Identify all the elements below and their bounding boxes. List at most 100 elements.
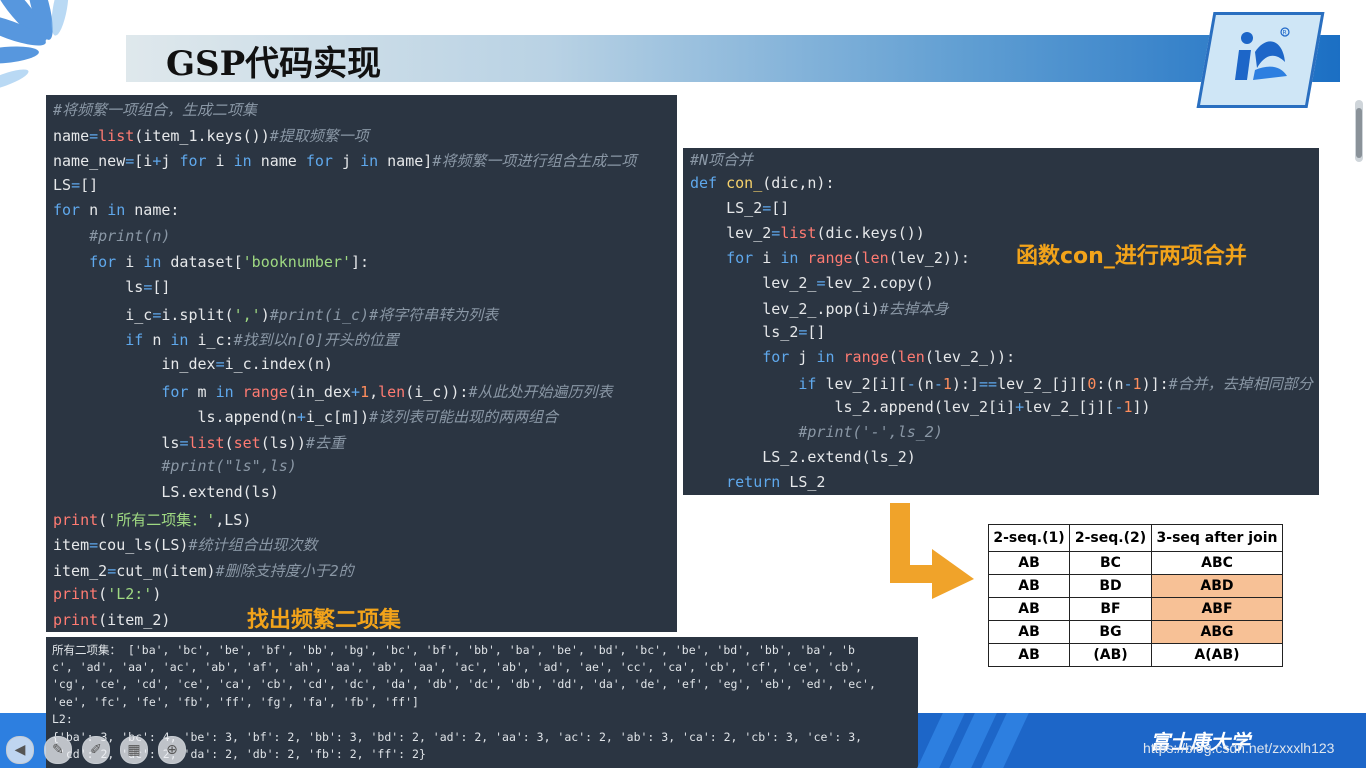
pen-tool-icon[interactable]: ✎ [44, 736, 72, 764]
code-token: 'L2:' [107, 585, 153, 604]
pen-tool-icon[interactable]: ✐ [82, 736, 110, 764]
table-header: 2-seq.(2) [1069, 524, 1152, 552]
table-header: 3-seq after join [1151, 524, 1283, 552]
code-token: , [369, 382, 379, 401]
code-token: lev_2_[j][ [1024, 398, 1115, 416]
code-token: (dic.keys()) [816, 223, 925, 242]
code-token: i_c [53, 305, 153, 324]
table-header: 2-seq.(1) [988, 524, 1070, 552]
code-token: j [161, 152, 180, 171]
table-cell: AB [988, 574, 1070, 598]
table-cell: ABC [1151, 551, 1283, 575]
code-line: LS.extend(ls) [53, 483, 278, 501]
code-token: ls [53, 278, 144, 297]
code-token: + [296, 408, 306, 427]
code-token: dataset[ [161, 252, 243, 271]
code-token: ( [98, 585, 108, 604]
code-token: list [98, 126, 135, 145]
code-token: #提取频繁一项 [269, 126, 369, 145]
code-token: range [843, 348, 889, 367]
code-token: item_2 [53, 561, 108, 580]
code-token: for [179, 152, 207, 171]
code-token: = [215, 355, 225, 373]
code-token: #去重 [305, 433, 345, 452]
code-token: [] [152, 278, 171, 297]
code-token: lev_2[i][ [816, 375, 907, 394]
code-token: ls [53, 433, 180, 452]
code-token: for [762, 348, 790, 367]
code-token: if [798, 375, 817, 394]
code-token: in [170, 331, 189, 350]
code-token: in [215, 382, 234, 401]
code-token: #N项合并 [690, 151, 754, 169]
code-line: item=cou_ls(LS)#统计组合出现次数 [53, 534, 318, 555]
code-token: for [53, 201, 81, 220]
code-token: name [251, 152, 306, 171]
code-token: - [1123, 375, 1133, 394]
code-token: ( [852, 248, 862, 267]
university-logo: R [1235, 27, 1290, 80]
code-token: def [690, 173, 718, 192]
code-token: in [360, 152, 379, 171]
code-token: == [979, 375, 998, 394]
code-line: if n in i_c:#找到以n[0]开头的位置 [53, 329, 399, 350]
code-token: #print('-',ls_2) [798, 422, 943, 441]
code-token: (i_c)): [405, 382, 469, 401]
join-example-table: 2-seq.(1) 2-seq.(2) 3-seq after join AB … [988, 524, 1283, 667]
slide-sorter-icon[interactable]: ▦ [120, 736, 148, 764]
code-line: lev_2_.pop(i)#去掉本身 [690, 298, 948, 319]
code-token: ]) [1132, 398, 1151, 416]
code-token: in [107, 201, 126, 220]
table-cell: AB [988, 551, 1070, 575]
code-token: ls_2.append(lev_2[i] [690, 398, 1016, 416]
table-cell: BF [1069, 597, 1152, 621]
table-cell: BC [1069, 551, 1152, 575]
code-line: item_2=cut_m(item)#删除支持度小于2的 [53, 560, 354, 581]
code-line: for n in name: [53, 201, 179, 219]
table-cell: BG [1069, 620, 1152, 644]
table-cell: AB [988, 643, 1070, 667]
previous-slide-icon[interactable]: ◀ [6, 736, 34, 764]
code-token: #print("ls",ls) [161, 457, 297, 476]
svg-text:R: R [1283, 30, 1287, 37]
code-token: 'booknumber' [242, 252, 352, 271]
code-token: ) [152, 585, 162, 604]
code-token: j [332, 152, 361, 171]
code-token: name] [378, 152, 433, 171]
code-panel-con-function: #N项合并 def con_(dic,n): LS_2=[] lev_2=list… [683, 148, 1319, 495]
scrollbar-thumb[interactable] [1356, 108, 1362, 158]
code-token: [] [771, 198, 790, 217]
code-token: (ls)) [260, 433, 306, 452]
code-token: #将频繁一项组合，生成二项集 [53, 101, 258, 119]
code-line: i_c=i.split(',')#print(i_c)#将字符串转为列表 [53, 304, 498, 325]
code-token: print [53, 585, 99, 604]
table-cell-highlighted: ABG [1151, 620, 1283, 644]
code-line: lev_2_=lev_2.copy() [690, 274, 934, 292]
code-token: LS_2 [690, 198, 763, 217]
table-cell: AB [988, 597, 1070, 621]
code-token: ,LS) [215, 510, 252, 529]
code-token: i [753, 248, 781, 267]
code-token: if [125, 331, 144, 350]
code-token: ):] [951, 375, 979, 394]
code-line: print('L2:') [53, 585, 161, 603]
code-token: ( [888, 348, 898, 367]
code-token: #print(n) [89, 227, 171, 245]
code-line: #print('-',ls_2) [690, 423, 943, 441]
watermark-url: https://blog.csdn.net/zxxxlh123 [1143, 740, 1335, 756]
zoom-icon[interactable]: ⊕ [158, 736, 186, 764]
code-token: i [116, 252, 144, 271]
code-line: LS_2.extend(ls_2) [690, 448, 916, 466]
code-token: n [143, 331, 171, 350]
code-line: for j in range(len(lev_2_)): [690, 348, 1015, 366]
code-token: ) [260, 305, 270, 324]
code-token: ',' [233, 305, 261, 324]
code-token: for [726, 248, 754, 267]
code-token: ( [98, 510, 108, 529]
code-token: n [80, 201, 108, 220]
